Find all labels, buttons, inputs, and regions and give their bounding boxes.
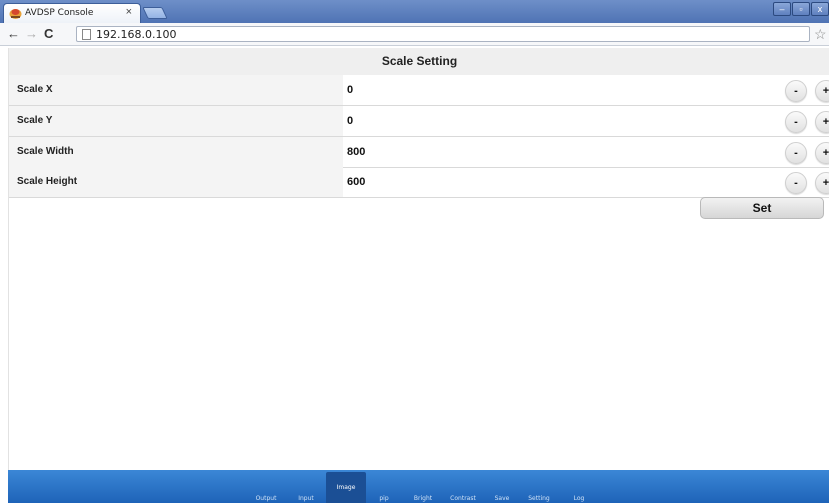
- scale-height-row: Scale Height 600 - +: [9, 167, 829, 198]
- toolbar: ← → C 192.168.0.100: [0, 23, 829, 46]
- minimize-button[interactable]: –: [773, 2, 791, 16]
- scale-y-row: Scale Y 0 - +: [9, 106, 829, 137]
- tab-title: AVDSP Console: [25, 8, 94, 18]
- scale-x-plus-button[interactable]: +: [815, 80, 829, 102]
- browser-tab[interactable]: AVDSP Console ×: [3, 3, 141, 23]
- page-icon: [82, 29, 91, 40]
- bottom-nav: Output Input Image pip Bright Contrast S…: [8, 470, 829, 503]
- scale-height-value[interactable]: 600: [347, 167, 365, 197]
- browser-window: AVDSP Console × – ▫ x ← → C 192.168.0.10…: [0, 0, 829, 503]
- nav-item-setting[interactable]: Setting: [527, 470, 551, 503]
- scale-x-row: Scale X 0 - +: [9, 75, 829, 106]
- close-window-button[interactable]: x: [811, 2, 829, 16]
- scale-height-minus-button[interactable]: -: [785, 172, 807, 194]
- scale-x-label: Scale X: [9, 75, 343, 105]
- url-text: 192.168.0.100: [96, 28, 177, 41]
- scale-height-label: Scale Height: [9, 167, 343, 197]
- reload-icon[interactable]: C: [44, 26, 53, 42]
- title-bar: AVDSP Console × – ▫ x: [0, 0, 829, 23]
- scale-x-minus-button[interactable]: -: [785, 80, 807, 102]
- scale-width-label: Scale Width: [9, 137, 343, 167]
- scale-width-minus-button[interactable]: -: [785, 142, 807, 164]
- scale-width-plus-button[interactable]: +: [815, 142, 829, 164]
- page-title: Scale Setting: [9, 48, 829, 75]
- set-button[interactable]: Set: [700, 197, 824, 219]
- favicon-icon: [9, 9, 22, 19]
- forward-arrow-icon[interactable]: →: [25, 26, 38, 42]
- nav-item-contrast[interactable]: Contrast: [449, 470, 477, 503]
- menu-icon[interactable]: ⋮: [825, 27, 829, 41]
- new-tab-button[interactable]: [142, 7, 168, 19]
- maximize-button[interactable]: ▫: [792, 2, 810, 16]
- tab-close-icon[interactable]: ×: [126, 6, 132, 18]
- scale-y-plus-button[interactable]: +: [815, 111, 829, 133]
- nav-item-save[interactable]: Save: [494, 470, 510, 503]
- scale-x-value[interactable]: 0: [347, 75, 353, 105]
- scale-y-label: Scale Y: [9, 106, 343, 136]
- scale-y-minus-button[interactable]: -: [785, 111, 807, 133]
- nav-item-input[interactable]: Input: [295, 470, 317, 503]
- nav-item-image[interactable]: Image: [326, 472, 366, 503]
- nav-item-bright[interactable]: Bright: [412, 470, 434, 503]
- scale-width-value[interactable]: 800: [347, 137, 365, 167]
- scale-height-plus-button[interactable]: +: [815, 172, 829, 194]
- nav-item-pip[interactable]: pip: [377, 470, 391, 503]
- address-bar[interactable]: 192.168.0.100: [76, 26, 810, 42]
- scale-y-value[interactable]: 0: [347, 106, 353, 136]
- back-arrow-icon[interactable]: ←: [7, 26, 20, 42]
- nav-item-log[interactable]: Log: [572, 470, 586, 503]
- scale-width-row: Scale Width 800 - +: [9, 137, 829, 168]
- nav-item-output[interactable]: Output: [253, 470, 279, 503]
- page-content: Scale Setting Scale X 0 - + Scale Y 0 - …: [8, 48, 829, 470]
